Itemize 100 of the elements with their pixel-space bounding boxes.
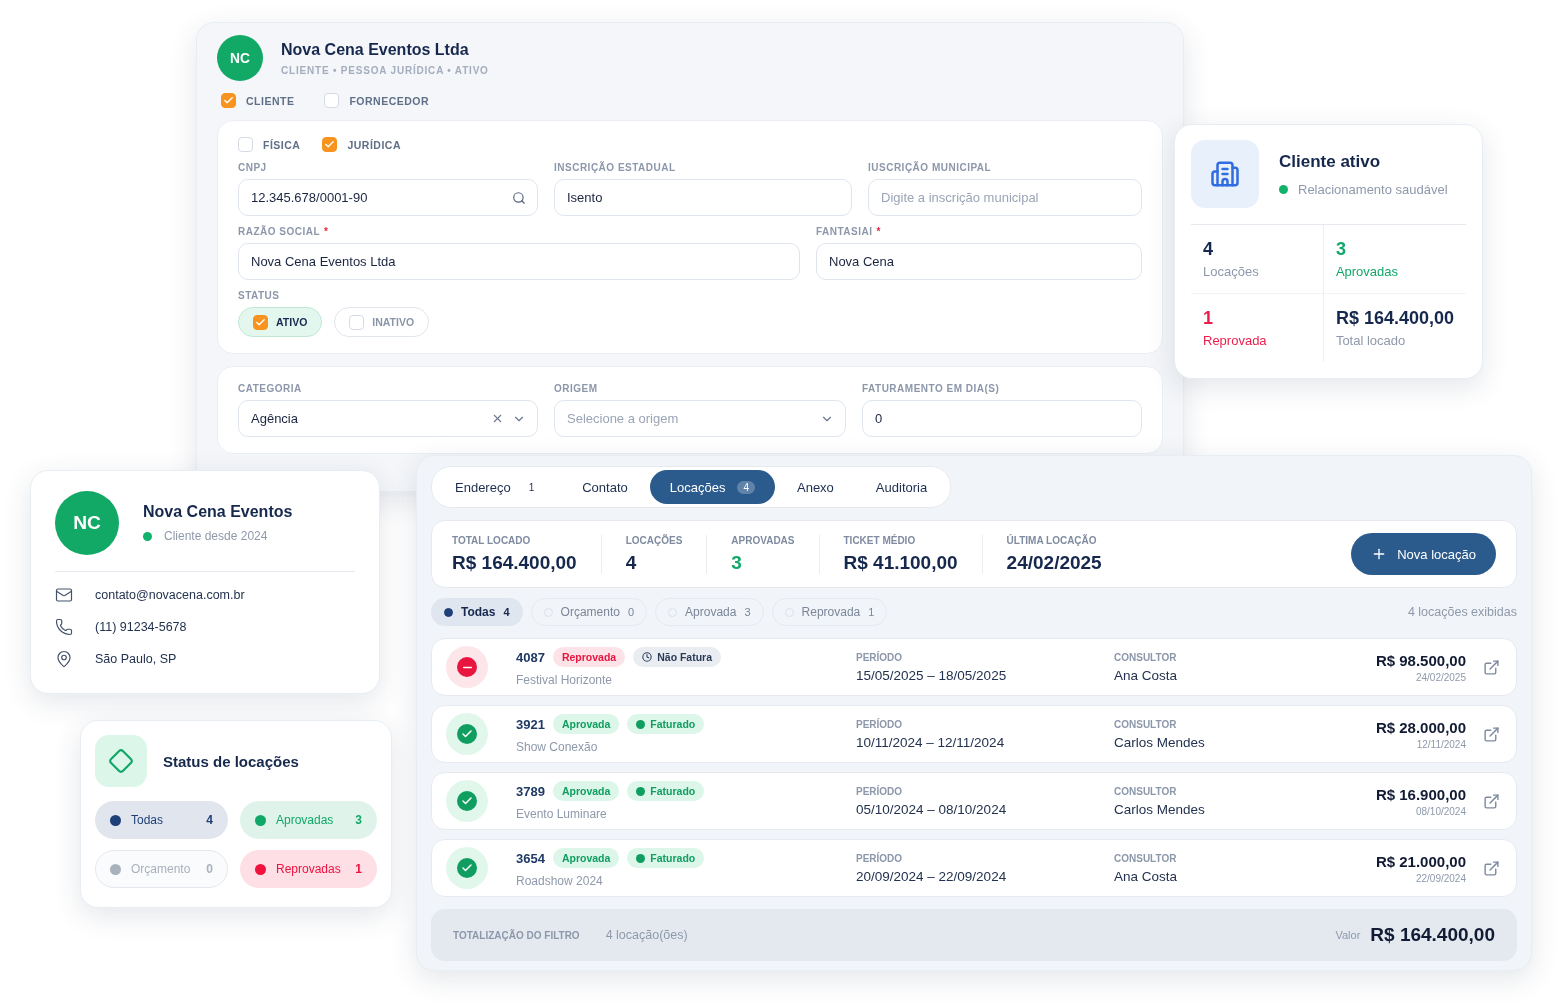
stat-label: ÚLTIMA LOCAÇÃO	[1006, 534, 1098, 546]
checkbox[interactable]	[221, 93, 236, 108]
status-filter[interactable]: Reprovadas 1	[240, 850, 377, 888]
external-link-icon[interactable]	[1482, 725, 1500, 743]
external-link-icon[interactable]	[1482, 658, 1500, 676]
field-label: CNPJ	[238, 162, 267, 173]
rental-row[interactable]: 3921 Aprovada Faturado Show Conexão PERÍODO 10/11/2024 – 12/11/2024 CONSULTOR Carlos Mendes R$ 28.000,00 12/11/2024	[431, 705, 1517, 763]
search-field[interactable]: 12.345.678/0001-90	[238, 179, 538, 216]
status-dot	[1279, 184, 1288, 194]
total-value: R$ 164.400,00	[1370, 924, 1495, 946]
billed-dot	[636, 719, 646, 729]
company-name: Nova Cena Eventos Ltda	[281, 40, 470, 59]
rental-row[interactable]: 4087 Reprovada Não Fatura Festival Horizonte PERÍODO 15/05/2025 – 18/05/2025 CONSULTOR Ana Costa R$ 98.500,00 24/02/2025	[431, 638, 1517, 696]
consultant-name: Carlos Mendes	[1114, 801, 1206, 817]
checkbox[interactable]	[324, 93, 340, 108]
stat-value: 4	[1203, 239, 1214, 260]
consultant-name: Carlos Mendes	[1114, 734, 1206, 750]
status-filter[interactable]: Todas 4	[95, 801, 228, 839]
rental-id: 3789	[516, 783, 545, 799]
text-field[interactable]: Nova Cena Eventos Ltda	[238, 243, 800, 280]
rental-id: 3921	[516, 716, 545, 732]
rental-date: 08/10/2024	[1415, 805, 1466, 817]
rental-id: 3654	[516, 850, 545, 866]
stat-value: R$ 164.400,00	[1335, 308, 1454, 329]
billed-dot	[636, 853, 646, 863]
rental-amount: R$ 16.900,00	[1375, 785, 1466, 803]
contact-detail: (11) 91234-5678	[95, 620, 187, 634]
stat-value: 3	[1335, 239, 1347, 260]
checkbox[interactable]	[349, 314, 365, 330]
period-label: PERÍODO	[856, 785, 904, 797]
check-circle-icon	[446, 713, 488, 755]
status-text: Relacionamento saudável	[1298, 181, 1448, 197]
tab[interactable]: Endereço 1	[435, 470, 561, 504]
clock-icon	[642, 652, 653, 662]
external-link-icon[interactable]	[1482, 859, 1500, 877]
total-label: TOTALIZAÇÃO DO FILTRO	[453, 929, 580, 941]
text-field[interactable]: Digite a inscrição municipal	[868, 179, 1142, 216]
checkbox-label: FORNECEDOR	[349, 94, 430, 107]
status-option-label: ATIVO	[276, 316, 308, 328]
required-mark: *	[324, 226, 329, 237]
status-option-label: INATIVO	[372, 316, 415, 328]
billing-badge: Faturado	[627, 848, 705, 868]
field-label: IUSCRIÇÃO MUNICIPAL	[868, 162, 992, 173]
billing-badge: Faturado	[627, 781, 705, 801]
billed-dot	[636, 786, 646, 796]
phone-icon	[55, 618, 73, 636]
new-rental-button[interactable]: Nova locação	[1351, 533, 1496, 575]
filter-label: Orçamento	[131, 862, 192, 876]
contact-detail: contato@novacena.com.br	[95, 588, 245, 602]
consultant-name: Ana Costa	[1114, 868, 1179, 884]
event-name: Evento Luminare	[516, 807, 608, 821]
status-dot	[143, 531, 152, 541]
total-count: 4 locação(ões)	[605, 928, 688, 942]
checkbox[interactable]	[238, 137, 253, 152]
stat-value: 1	[1203, 308, 1214, 329]
text-field[interactable]: 0	[862, 400, 1142, 437]
mail-icon	[55, 586, 73, 604]
building-icon	[1210, 159, 1240, 189]
consultant-label: CONSULTOR	[1114, 852, 1178, 864]
check-icon	[223, 95, 234, 106]
rental-date: 24/02/2025	[1415, 671, 1466, 683]
filter-label: Aprovadas	[276, 813, 335, 827]
contact-name: Nova Cena Eventos	[143, 503, 293, 521]
clear-icon[interactable]	[491, 412, 504, 425]
field-label: FATURAMENTO EM DIA(S)	[862, 383, 1000, 394]
rental-id: 4087	[516, 649, 545, 665]
select-field[interactable]: Agência	[238, 400, 538, 437]
tab[interactable]: Anexo	[777, 470, 854, 504]
status-option[interactable]: ATIVO	[238, 307, 323, 337]
check-icon	[255, 316, 266, 328]
stat-label: Total locado	[1335, 333, 1407, 348]
tab[interactable]: Locações 4	[649, 470, 775, 504]
text-field[interactable]: Isento	[554, 179, 852, 216]
rental-row[interactable]: 3789 Aprovada Faturado Evento Luminare PERÍODO 05/10/2024 – 08/10/2024 CONSULTOR Carlos Mendes R$ 16.900,00 08/10/2024	[431, 772, 1517, 830]
rental-row[interactable]: 3654 Aprovada Faturado Roadshow 2024 PERÍODO 20/09/2024 – 22/09/2024 CONSULTOR Ana Costa R$ 21.000,00 22/09/2024	[431, 839, 1517, 897]
rental-amount: R$ 28.000,00	[1375, 718, 1466, 736]
filter-count: 4	[206, 813, 213, 827]
event-name: Roadshow 2024	[516, 874, 604, 888]
filter-count: 0	[206, 862, 213, 876]
stat-value: 3	[731, 551, 743, 574]
checkbox[interactable]	[253, 314, 268, 330]
stat-label: Locações	[1203, 264, 1260, 279]
select-field[interactable]: Selecione a origem	[554, 400, 846, 437]
check-circle-icon	[446, 780, 488, 822]
checkbox-label: JURÍDICA	[347, 138, 401, 151]
stat-value: 4	[625, 551, 638, 574]
tab[interactable]: Auditoria	[855, 470, 948, 504]
map-pin-icon	[55, 650, 73, 668]
consultant-label: CONSULTOR	[1114, 785, 1178, 797]
status-card-title: Status de locações	[163, 752, 299, 770]
consultant-label: CONSULTOR	[1114, 651, 1178, 663]
filter-chip[interactable]: Todas 4	[431, 598, 523, 626]
shown-count: 4 locações exibidas	[1407, 605, 1517, 619]
text-field[interactable]: Nova Cena	[816, 243, 1142, 280]
stat-label: TICKET MÉDIO	[843, 534, 917, 546]
required-mark: *	[876, 226, 881, 237]
value-label: Valor	[1335, 929, 1361, 941]
checkbox[interactable]	[322, 137, 338, 152]
external-link-icon[interactable]	[1482, 792, 1500, 810]
tab[interactable]: Contato	[562, 470, 648, 504]
